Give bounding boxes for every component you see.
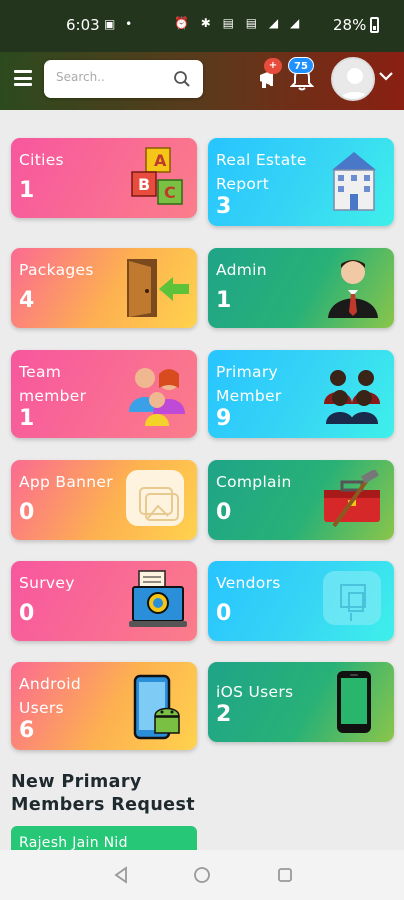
vendor-store-icon	[323, 571, 381, 625]
section-title-line2: Members Request	[11, 795, 196, 815]
request-name: Rajesh Jain Nid	[19, 835, 128, 850]
section-title: New Primary Members Request	[11, 771, 195, 817]
notification-icons: ▣ •	[104, 17, 136, 31]
status-time: 6:03	[66, 16, 100, 34]
notification-badge: +	[264, 58, 282, 74]
card-label: iOS Users	[216, 683, 294, 701]
card-label: Vendors	[216, 574, 281, 592]
search-icon[interactable]	[173, 70, 191, 88]
card-count: 2	[216, 702, 232, 727]
card-android-users[interactable]: Android Users 6	[11, 662, 197, 750]
card-admin[interactable]: Admin 1	[208, 248, 394, 328]
card-label: Packages	[19, 261, 94, 279]
home-icon[interactable]	[193, 866, 211, 884]
card-count: 1	[19, 178, 35, 203]
card-label: Primary Member	[216, 363, 282, 405]
system-icons: ⏰ ✱ ▤ ▤ ◢ ◢	[174, 16, 304, 30]
battery-icon	[370, 17, 379, 33]
card-packages[interactable]: Packages 4	[11, 248, 197, 328]
card-label: Survey	[19, 574, 75, 592]
card-count: 0	[216, 500, 232, 525]
system-nav-bar	[0, 850, 404, 900]
card-label: Admin	[216, 261, 267, 279]
battery-percent: 28%	[333, 16, 367, 34]
iphone-icon	[337, 671, 371, 733]
card-count: 4	[19, 288, 35, 313]
svg-text:C: C	[164, 183, 176, 202]
search-input[interactable]	[56, 70, 166, 84]
card-count: 6	[19, 718, 35, 743]
card-vendors[interactable]: Vendors 0	[208, 561, 394, 641]
card-count: 3	[216, 194, 232, 219]
card-count: 9	[216, 406, 232, 431]
search-box[interactable]	[44, 60, 203, 98]
card-count: 1	[216, 288, 232, 313]
status-bar: 6:03 ▣ • ⏰ ✱ ▤ ▤ ◢ ◢ 28%	[0, 0, 404, 52]
card-ios-users[interactable]: iOS Users 2	[208, 662, 394, 742]
chevron-down-icon[interactable]	[378, 70, 394, 82]
card-complain[interactable]: Complain 0	[208, 460, 394, 540]
door-enter-icon	[127, 259, 189, 317]
banner-image-icon	[126, 470, 184, 526]
card-survey[interactable]: Survey 0	[11, 561, 197, 641]
card-label: Cities	[19, 151, 64, 169]
card-app-banner[interactable]: App Banner 0	[11, 460, 197, 540]
team-family-icon	[129, 368, 185, 426]
abc-blocks-icon: A B C	[131, 147, 183, 205]
card-label: Complain	[216, 473, 292, 491]
bell-count-badge: 75	[288, 57, 314, 74]
card-count: 1	[19, 406, 35, 431]
card-label: Real Estate Report	[216, 151, 307, 193]
list-item[interactable]: Rajesh Jain Nid	[11, 826, 197, 850]
svg-text:A: A	[154, 151, 167, 170]
menu-icon[interactable]	[14, 70, 32, 86]
toolbox-icon	[324, 470, 380, 528]
recents-icon[interactable]	[276, 866, 294, 884]
building-icon	[332, 152, 376, 211]
card-count: 0	[216, 601, 232, 626]
back-icon[interactable]	[112, 866, 130, 884]
admin-user-icon	[328, 260, 378, 318]
avatar[interactable]	[331, 57, 375, 101]
card-label: Team member	[19, 363, 87, 405]
section-title-line1: New Primary	[11, 772, 142, 792]
card-team-member[interactable]: Team member 1	[11, 350, 197, 438]
card-real-estate-report[interactable]: Real Estate Report 3	[208, 138, 394, 226]
android-phone-icon	[133, 674, 180, 740]
card-label: App Banner	[19, 473, 113, 491]
svg-text:B: B	[138, 175, 150, 194]
group-people-icon	[324, 370, 380, 424]
card-primary-member[interactable]: Primary Member 9	[208, 350, 394, 438]
card-label: Android Users	[19, 675, 82, 717]
card-count: 0	[19, 601, 35, 626]
survey-laptop-icon	[129, 570, 187, 627]
card-count: 0	[19, 500, 35, 525]
card-cities[interactable]: Cities 1 A B C	[11, 138, 197, 218]
